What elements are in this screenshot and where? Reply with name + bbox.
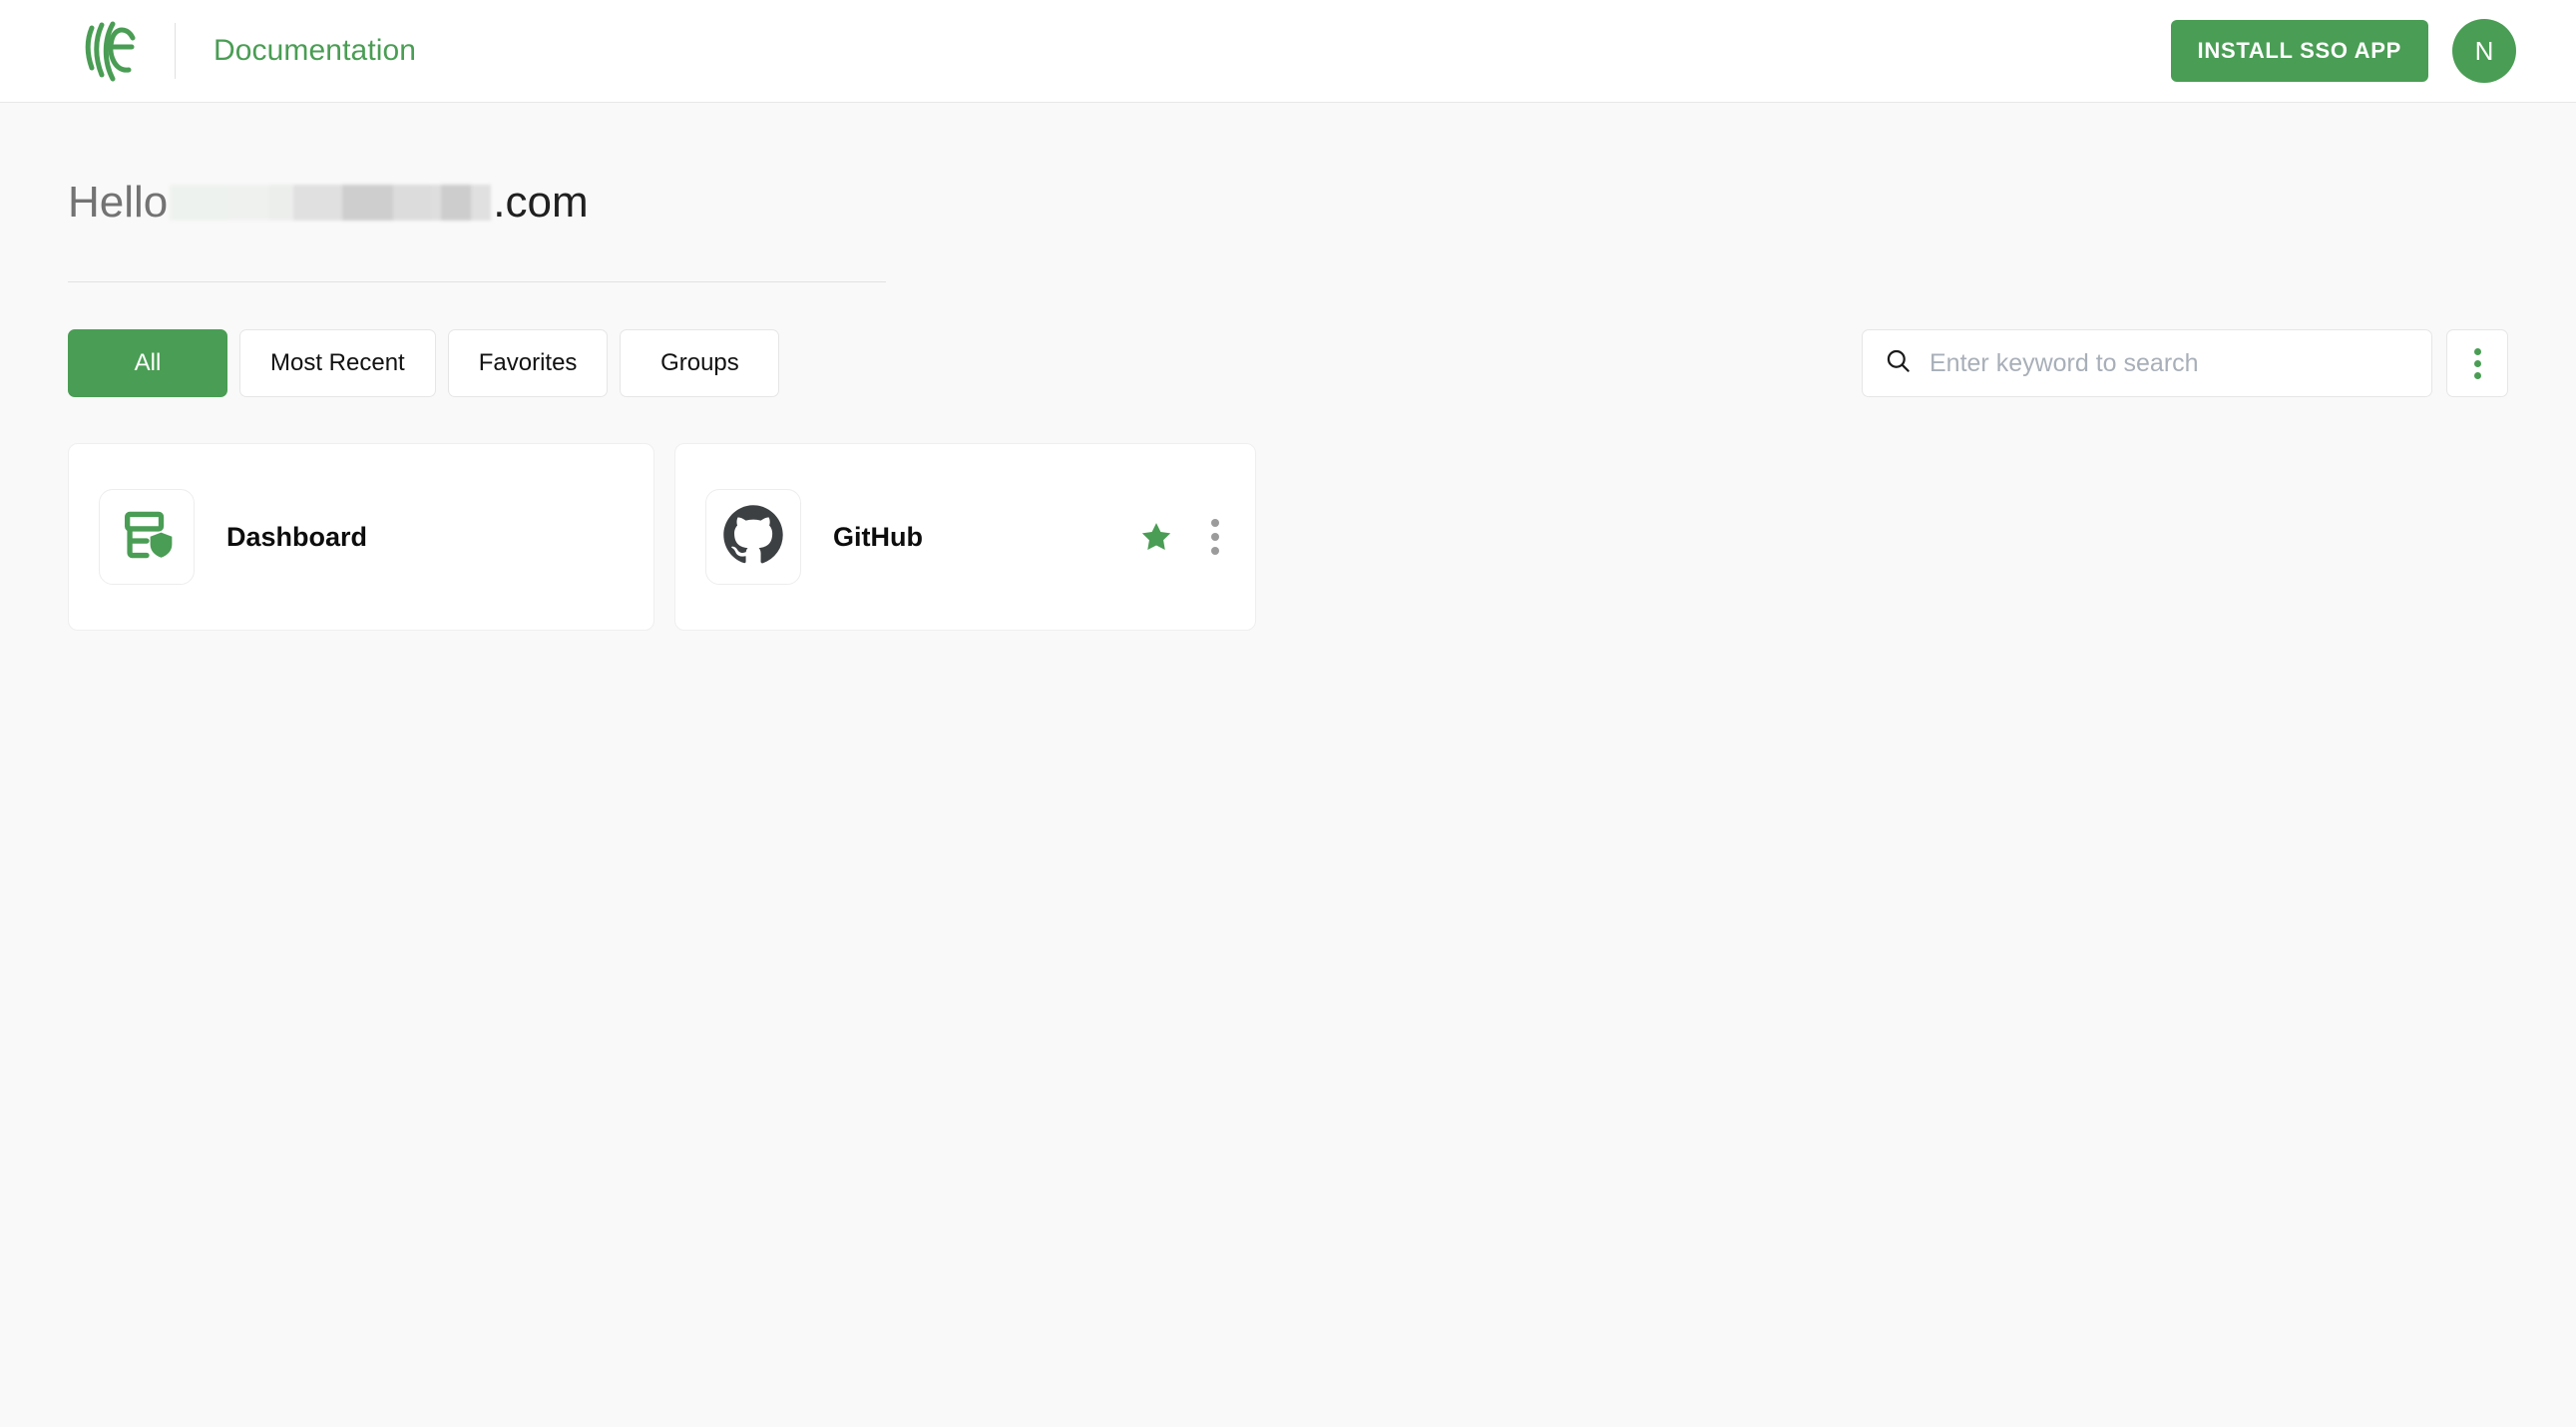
search-input[interactable] (1928, 347, 2409, 379)
github-icon (722, 504, 784, 571)
brand-area: Documentation (0, 0, 416, 102)
tab-all[interactable]: All (68, 329, 227, 397)
search-box[interactable] (1862, 329, 2432, 397)
greeting-domain-text: .com (493, 178, 589, 227)
page-title: Documentation (214, 34, 417, 67)
search-area (1862, 329, 2508, 397)
favorite-star-icon[interactable] (1139, 520, 1173, 554)
tab-favorites[interactable]: Favorites (447, 329, 609, 397)
kebab-dot (1211, 519, 1219, 527)
app-name-label: GitHub (833, 521, 923, 552)
kebab-dot (2473, 359, 2481, 367)
kebab-dot (1211, 547, 1219, 555)
tab-groups[interactable]: Groups (620, 329, 780, 397)
install-sso-app-button[interactable]: INSTALL SSO APP (2170, 20, 2428, 82)
kebab-dot (2473, 371, 2481, 379)
filter-tabs: All Most Recent Favorites Groups (68, 329, 780, 397)
app-name-label: Dashboard (226, 521, 368, 552)
greeting-line: Hello .com (68, 181, 886, 225)
toolbar-kebab-menu-icon[interactable] (2446, 329, 2508, 397)
app-icon-container (705, 489, 801, 585)
filter-toolbar: All Most Recent Favorites Groups (68, 329, 2508, 397)
top-navigation-bar: Documentation INSTALL SSO APP N (0, 0, 2576, 103)
page-content: Hello .com All Most Recent Favorites Gro… (0, 103, 2576, 631)
app-card-grid: Dashboard GitHub (68, 443, 2508, 631)
kebab-dot (1211, 533, 1219, 541)
app-icon-container (99, 489, 195, 585)
greeting-hello-text: Hello (68, 178, 169, 227)
app-card-github[interactable]: GitHub (674, 443, 1256, 631)
avatar[interactable]: N (2452, 19, 2516, 83)
greeting-section: Hello .com (68, 103, 886, 282)
app-card-actions (1139, 513, 1225, 561)
nice-arcs-logo-icon[interactable] (82, 20, 138, 82)
top-bar-actions: INSTALL SSO APP N (2170, 19, 2516, 83)
tab-most-recent[interactable]: Most Recent (239, 329, 436, 397)
kebab-dot (2473, 347, 2481, 355)
dashboard-shield-icon (118, 506, 176, 569)
app-card-dashboard[interactable]: Dashboard (68, 443, 654, 631)
search-icon (1885, 347, 1912, 379)
brand-divider (175, 23, 176, 79)
redacted-username (170, 185, 492, 221)
app-card-kebab-menu-icon[interactable] (1205, 513, 1225, 561)
